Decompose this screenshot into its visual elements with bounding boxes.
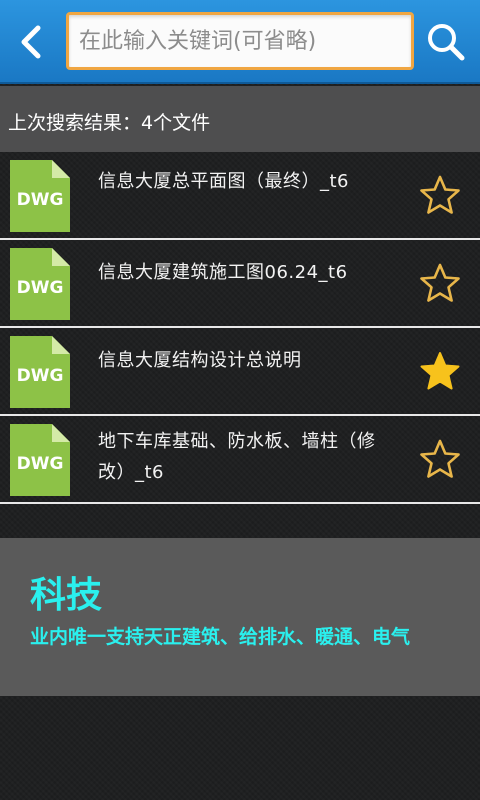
file-list-item[interactable]: DWG 信息大厦建筑施工图06.24_t6 [0,240,480,328]
banner-subtitle: 业内唯一支持天正建筑、给排水、暖通、电气 [30,626,411,648]
file-list-item[interactable]: DWG 信息大厦结构设计总说明 [0,328,480,416]
search-button[interactable] [424,20,468,64]
star-outline-icon [420,439,460,478]
file-list-item[interactable]: DWG 信息大厦总平面图（最终）_t6 [0,152,480,240]
star-outline-icon [420,263,460,302]
search-box[interactable] [66,12,414,70]
banner-title: 科技 [30,575,103,616]
dwg-file-icon: DWG [10,248,70,320]
search-summary-text: 上次搜索结果：4个文件 [8,112,211,134]
file-name: 信息大厦总平面图（最终）_t6 [98,171,350,192]
search-icon [428,24,465,61]
dwg-file-icon: DWG [10,336,70,408]
favorite-star-button[interactable] [418,438,462,480]
file-list: DWG 信息大厦总平面图（最终）_t6 DWG 信息大厦建筑施工图06.24_t… [0,152,480,504]
favorite-star-button[interactable] [418,262,462,304]
file-name: 信息大厦结构设计总说明 [98,350,302,371]
file-name: 地下车库基础、防水板、墙柱（修改）_t6 [98,431,376,483]
star-outline-icon [420,175,460,214]
dwg-file-icon: DWG [10,424,70,496]
file-type-label: DWG [16,190,64,210]
back-arrow-icon [21,25,41,59]
search-input[interactable] [69,15,411,67]
file-type-label: DWG [16,454,64,474]
search-summary-header: 上次搜索结果：4个文件 [0,86,480,152]
file-type-label: DWG [16,278,64,298]
dwg-file-icon: DWG [10,160,70,232]
favorite-star-button[interactable] [418,350,462,392]
promo-banner[interactable]: 科技 业内唯一支持天正建筑、给排水、暖通、电气 [0,538,480,696]
top-bar [0,0,480,84]
file-type-label: DWG [16,366,64,386]
star-filled-icon [420,352,460,390]
favorite-star-button[interactable] [418,174,462,216]
back-button[interactable] [12,22,52,62]
file-name: 信息大厦建筑施工图06.24_t6 [98,262,348,283]
file-list-item[interactable]: DWG 地下车库基础、防水板、墙柱（修改）_t6 [0,416,480,504]
